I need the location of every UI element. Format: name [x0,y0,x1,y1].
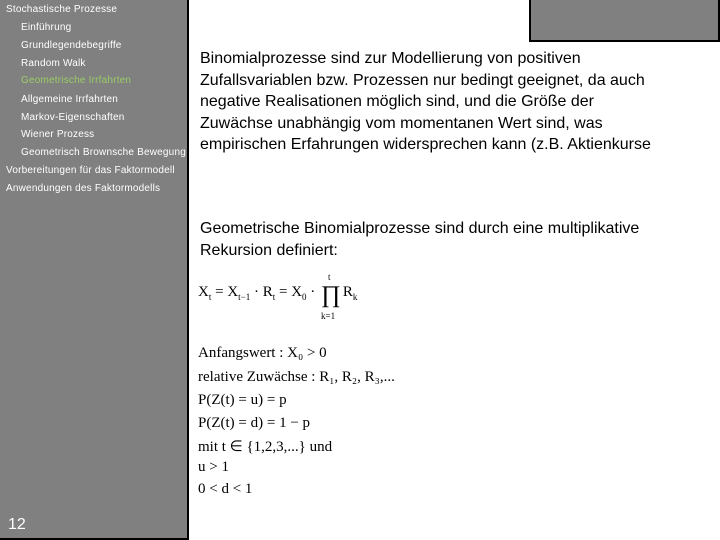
formula-subscript: k [352,292,358,302]
formula-text: · R [250,284,273,300]
nav-item-vorbereitungen-faktormodell[interactable]: Vorbereitungen für das Faktormodell [6,165,175,176]
header-box [529,0,720,42]
nav-item-random-walk[interactable]: Random Walk [21,58,86,69]
formula-subscript: t−1 [238,292,251,302]
recursion-formula: Xt = Xt−1 · Rt = X0 · ∏ t k=1 Rk [198,272,358,321]
nav-item-stochastische-prozesse[interactable]: Stochastische Prozesse [6,4,117,15]
formula-prob-up: P(Z(t) = u) = p [198,392,287,408]
nav-item-geometrische-irrfahrten[interactable]: Geometrische Irrfahrten [21,75,131,86]
formula-initial-value: Anfangswert : X₀ > 0 [198,345,327,361]
nav-item-markov-eigenschaften[interactable]: Markov-Eigenschaften [21,112,125,123]
formula-d-condition: 0 < d < 1 [198,481,253,497]
formula-text: = X [275,284,303,300]
sidebar-navigation: Stochastische Prozesse Einführung Grundl… [0,0,189,540]
nav-item-geometrisch-brownsche-bewegung[interactable]: Geometrisch Brownsche Bewegung [21,147,186,158]
product-lower-bound: k=1 [321,311,336,321]
product-upper-bound: t [328,272,331,282]
formula-relative-increments: relative Zuwächse : R₁, R₂, R₃,... [198,369,395,385]
nav-item-wiener-prozess[interactable]: Wiener Prozess [21,129,94,140]
product-sign: ∏ [321,282,341,308]
nav-item-grundlegendebegriffe[interactable]: Grundlegendebegriffe [21,40,122,51]
paragraph-binomial-limitations: Binomialprozesse sind zur Modellierung v… [200,50,651,153]
formula-text: R [342,284,353,300]
formula-u-condition: u > 1 [198,459,229,475]
nav-item-einfuehrung[interactable]: Einführung [21,22,71,33]
formula-text: X [198,284,209,300]
nav-item-allgemeine-irrfahrten[interactable]: Allgemeine Irrfahrten [21,94,118,105]
formula-prob-down: P(Z(t) = d) = 1 − p [198,415,311,431]
formula-domain: mit t ∈ {1,2,3,...} und [198,439,333,455]
product-symbol: ∏ t k=1 [321,272,341,321]
formula-text: = X [211,284,239,300]
page-number: 12 [8,516,26,533]
nav-item-anwendungen-faktormodells[interactable]: Anwendungen des Faktormodells [6,183,160,194]
paragraph-geometric-definition: Geometrische Binomialprozesse sind durch… [200,220,640,259]
formula-text: · [306,284,320,300]
